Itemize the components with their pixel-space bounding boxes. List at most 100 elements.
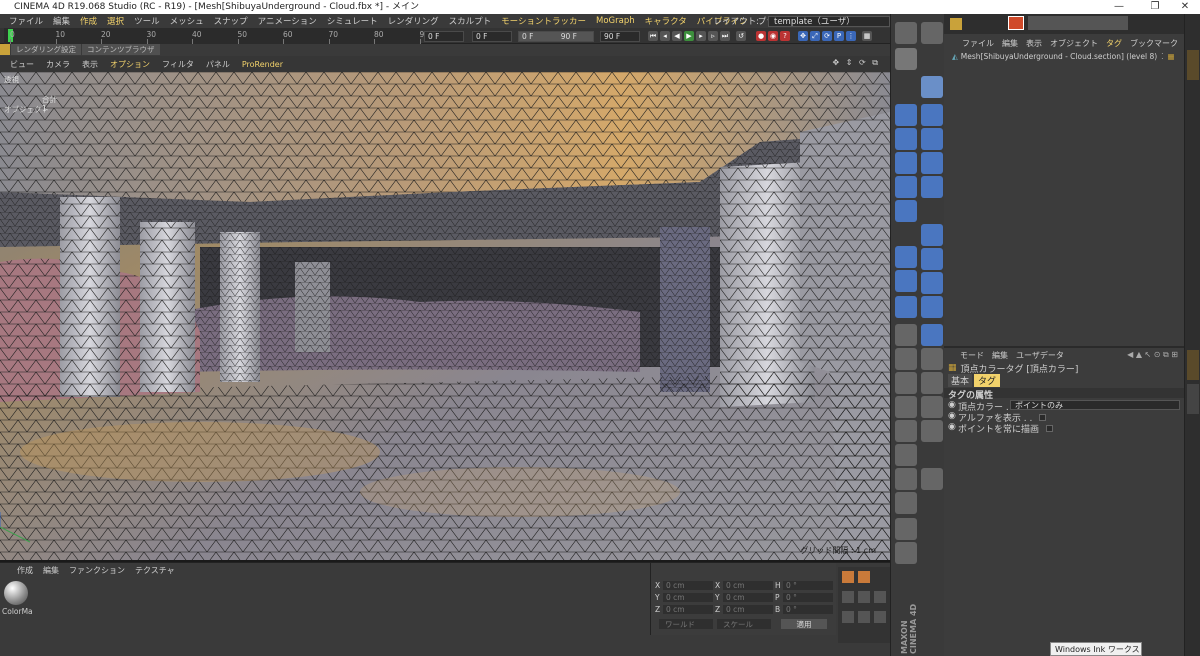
menu-item-1[interactable]: 編集 (48, 15, 75, 27)
move-icon[interactable] (921, 104, 943, 126)
menu-item-0[interactable]: ファイル (4, 15, 48, 27)
y-axis-icon[interactable] (921, 248, 943, 270)
redo-icon[interactable] (921, 22, 943, 44)
pointer-icon[interactable] (895, 48, 917, 70)
menu-item-4[interactable]: ツール (129, 15, 165, 27)
floor-icon[interactable] (921, 420, 943, 442)
tool-icon-4[interactable] (858, 591, 870, 603)
coord-input[interactable]: 0 ° (783, 581, 833, 590)
world-select[interactable]: ワールド (659, 619, 713, 629)
om-menu-item-0[interactable]: ファイル (958, 38, 998, 49)
rotate-icon[interactable] (921, 152, 943, 174)
apply-button[interactable]: 適用 (781, 619, 827, 629)
add-icon[interactable] (921, 176, 943, 198)
goto-end-icon[interactable]: ⏭ (720, 31, 730, 41)
magnet-icon[interactable] (895, 324, 917, 346)
viewport-menu-item-0[interactable]: ビュー (4, 59, 40, 70)
menu-item-13[interactable]: キャラクタ (640, 15, 692, 27)
prev-key-icon[interactable]: ◂ (660, 31, 670, 41)
tab-render-settings[interactable]: レンダリング設定 (11, 44, 81, 55)
coord-input[interactable]: 0 ° (783, 605, 833, 614)
model-mode-icon[interactable] (895, 104, 917, 126)
tool-icon-2[interactable] (858, 571, 870, 583)
texture-mode-icon[interactable] (895, 128, 917, 150)
menu-item-8[interactable]: シミュレート (322, 15, 383, 27)
panel-grip-icon[interactable] (0, 44, 10, 55)
menu-item-12[interactable]: MoGraph (591, 16, 640, 26)
start-frame-field[interactable]: 0 F (472, 31, 512, 42)
menu-item-5[interactable]: メッシュ (165, 15, 209, 27)
side-tab-objects[interactable] (1187, 50, 1199, 80)
menu-item-10[interactable]: スカルプト (444, 15, 497, 27)
cube-icon[interactable] (921, 324, 943, 346)
tab-basic[interactable]: 基本 (948, 373, 973, 387)
tweak-icon[interactable] (895, 270, 917, 292)
material-menu-item-0[interactable]: 作成 (12, 565, 38, 576)
key-rotation-icon[interactable]: ⟳ (822, 31, 832, 41)
auto-key-icon[interactable]: ◉ (768, 31, 778, 41)
viewport-nav-icons[interactable]: ✥ ⇕ ⟳ ⧉ (827, 58, 886, 68)
om-grip-icon[interactable] (950, 18, 962, 30)
key-position-icon[interactable]: ✥ (798, 31, 808, 41)
edges-mode-icon[interactable] (895, 176, 917, 198)
tab-content-browser[interactable]: コンテンツブラウザ (82, 44, 160, 55)
checker-icon[interactable] (895, 348, 917, 370)
coord-input[interactable]: 0 cm (723, 605, 773, 614)
visibility-dots-icon[interactable]: ⁚ (1161, 52, 1163, 61)
coord-input[interactable]: 0 ° (783, 593, 833, 602)
material-menu-item-2[interactable]: ファンクション (64, 565, 130, 576)
draw-checkbox[interactable] (1045, 425, 1053, 432)
cam-icon[interactable] (895, 444, 917, 466)
coord-input[interactable]: 0 cm (663, 581, 713, 590)
preview-range-slider[interactable]: 0 F 90 F (518, 31, 594, 42)
close-button[interactable]: ✕ (1170, 0, 1200, 14)
loop-icon[interactable]: ↺ (736, 31, 746, 41)
viewport-menu-item-1[interactable]: カメラ (40, 59, 76, 70)
om-menu-item-4[interactable]: タグ (1102, 38, 1126, 49)
viewport-menu-item-4[interactable]: フィルタ (156, 59, 200, 70)
frame-ruler[interactable]: 0102030405060708090 (4, 28, 429, 44)
spline-icon[interactable] (921, 348, 943, 370)
keyframe-selection-icon[interactable]: ? (780, 31, 790, 41)
key-scale-icon[interactable]: ⤢ (810, 31, 820, 41)
key-parameter-icon[interactable]: P (834, 31, 844, 41)
tab-tag[interactable]: タグ (974, 373, 1001, 387)
viewport-menu-item-2[interactable]: 表示 (76, 59, 104, 70)
menu-item-3[interactable]: 選択 (102, 15, 129, 27)
render-buttons-strip[interactable] (1028, 16, 1128, 30)
om-menu-item-3[interactable]: オブジェクト (1046, 38, 1102, 49)
nurbs-icon[interactable] (921, 372, 943, 394)
tool-icon-6[interactable] (842, 611, 854, 623)
om-menu-item-1[interactable]: 編集 (998, 38, 1022, 49)
gear-icon[interactable] (895, 420, 917, 442)
next-frame-icon[interactable]: ▸ (696, 31, 706, 41)
points-mode-icon[interactable] (895, 152, 917, 174)
play-icon[interactable]: ▶ (684, 31, 694, 41)
polygons-mode-icon[interactable] (895, 200, 917, 222)
timeline-settings-icon[interactable]: ▦ (862, 31, 872, 41)
scale-select[interactable]: スケール (717, 619, 771, 629)
deformer-icon[interactable] (921, 396, 943, 418)
prev-frame-icon[interactable]: ◀ (672, 31, 682, 41)
side-tab-attributes[interactable] (1187, 350, 1199, 380)
viewport-menu-item-5[interactable]: パネル (200, 59, 236, 70)
snap-icon[interactable] (895, 296, 917, 318)
workplane-icon[interactable] (895, 396, 917, 418)
tool-icon-5[interactable] (874, 591, 886, 603)
tool-icon-1[interactable] (842, 571, 854, 583)
material-menu-item-3[interactable]: テクスチャ (130, 565, 180, 576)
menu-item-2[interactable]: 作成 (75, 15, 102, 27)
menu-item-7[interactable]: アニメーション (253, 15, 322, 27)
octane-icon[interactable] (895, 518, 917, 540)
live-select-icon[interactable] (921, 76, 943, 98)
material-menu-item-1[interactable]: 編集 (38, 565, 64, 576)
side-tab-layers[interactable] (1187, 384, 1199, 414)
viewport-menu-item-3[interactable]: オプション (104, 59, 156, 70)
alpha-checkbox[interactable] (1039, 414, 1047, 421)
attr-menu-item-1[interactable]: 編集 (988, 350, 1012, 361)
record-icon[interactable]: ● (756, 31, 766, 41)
vertex-color-select[interactable]: ポイントのみ (1010, 400, 1180, 410)
scale-icon[interactable] (921, 128, 943, 150)
tool-icon-3[interactable] (842, 591, 854, 603)
tool-icon-8[interactable] (874, 611, 886, 623)
